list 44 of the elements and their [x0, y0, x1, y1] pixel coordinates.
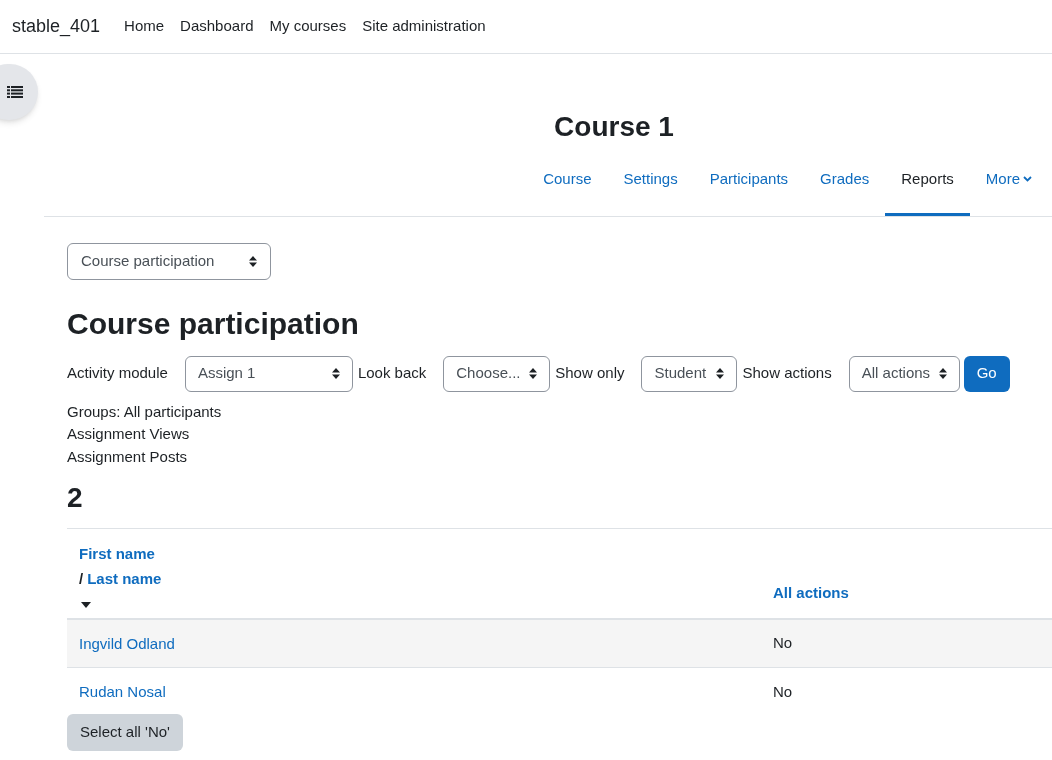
sort-arrows-icon	[716, 368, 725, 379]
separator-text: /	[79, 568, 84, 589]
filter-select[interactable]: All actions	[848, 355, 960, 392]
info-text: Assignment Posts	[67, 446, 189, 466]
sort-arrows-icon	[331, 368, 340, 379]
sort-arrows-icon	[938, 368, 947, 379]
filter-label: Show only	[555, 363, 625, 384]
participant-name-link[interactable]: Rudan Nosal	[79, 683, 166, 700]
first-name-sort-link[interactable]: First name	[79, 543, 155, 566]
course-tab[interactable]: Settings	[607, 166, 694, 216]
nav-link[interactable]: Home	[124, 15, 165, 38]
site-name[interactable]: stable_401	[12, 13, 101, 40]
filter-select[interactable]: Choose...	[443, 355, 551, 392]
go-button[interactable]: Go	[963, 355, 1010, 392]
course-tab[interactable]: Course	[527, 166, 608, 216]
course-tab[interactable]: Grades	[804, 166, 886, 216]
course-tab[interactable]: Participants	[693, 166, 805, 216]
last-name-sort-link[interactable]: Last name	[87, 567, 162, 590]
nav-link[interactable]: My courses	[269, 15, 347, 38]
sort-arrows-icon	[529, 368, 538, 379]
filter-select[interactable]: Assign 1	[184, 355, 353, 392]
sort-arrows-icon	[249, 255, 257, 267]
select-all-button[interactable]: Select all 'No'	[67, 714, 183, 751]
course-tab[interactable]: More	[969, 166, 1048, 216]
info-text: Assignment Views	[67, 424, 191, 444]
course-tab[interactable]: Reports	[885, 166, 970, 216]
list-icon	[7, 86, 23, 98]
participant-name-link[interactable]: Ingvild Odland	[79, 634, 175, 652]
nav-link[interactable]: Site administration	[362, 15, 486, 38]
table-cell-text: No	[773, 681, 793, 702]
table-cell-text: No	[773, 633, 793, 654]
info-text: Groups: All participants	[67, 401, 223, 421]
all-actions-column-link[interactable]: All actions	[773, 581, 849, 604]
filter-select[interactable]: Student	[641, 355, 738, 392]
filter-label: Look back	[357, 363, 427, 384]
course-title: Course 1	[554, 110, 674, 144]
chevron-down-icon	[1023, 176, 1032, 183]
page-heading: Course participation	[67, 305, 360, 342]
filter-label: Show actions	[742, 363, 832, 384]
sort-descending-icon	[81, 602, 91, 608]
report-select[interactable]: Course participation	[67, 242, 271, 280]
result-count: 2	[67, 481, 84, 515]
nav-link[interactable]: Dashboard	[180, 15, 254, 38]
filter-label: Activity module	[67, 363, 168, 384]
